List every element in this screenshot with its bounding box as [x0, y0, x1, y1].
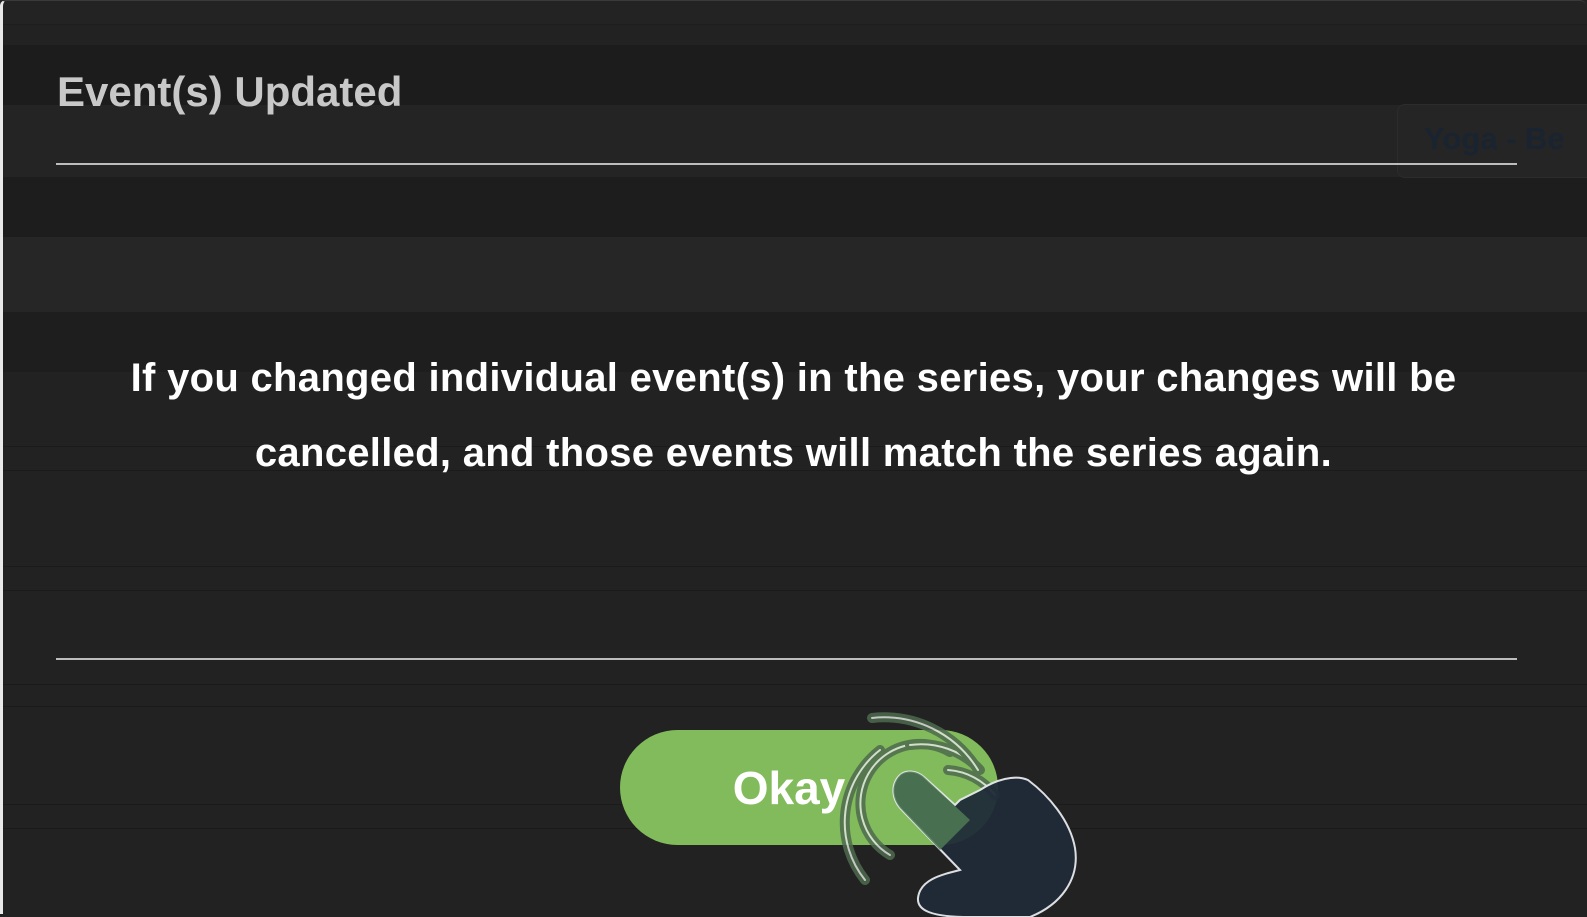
background-row [0, 237, 1587, 312]
background-event-chip-label: Yoga - Be [1424, 121, 1565, 156]
title-divider [56, 163, 1517, 165]
background-gridline [0, 684, 1587, 685]
footer-divider [56, 658, 1517, 660]
background-event-chip: Yoga - Be [1397, 104, 1587, 178]
okay-button-label: Okay [732, 761, 846, 814]
background-gridline [0, 590, 1587, 591]
background-gridline [0, 566, 1587, 567]
okay-button[interactable]: Okay [620, 730, 998, 845]
dialog-message: If you changed individual event(s) in th… [130, 356, 1457, 475]
screen: Yoga - Be Event(s) Updated If you change… [0, 0, 1587, 917]
background-gridline [0, 706, 1587, 707]
background-row [0, 0, 1587, 25]
dialog-title: Event(s) Updated [57, 68, 403, 115]
background-row [0, 177, 1587, 237]
